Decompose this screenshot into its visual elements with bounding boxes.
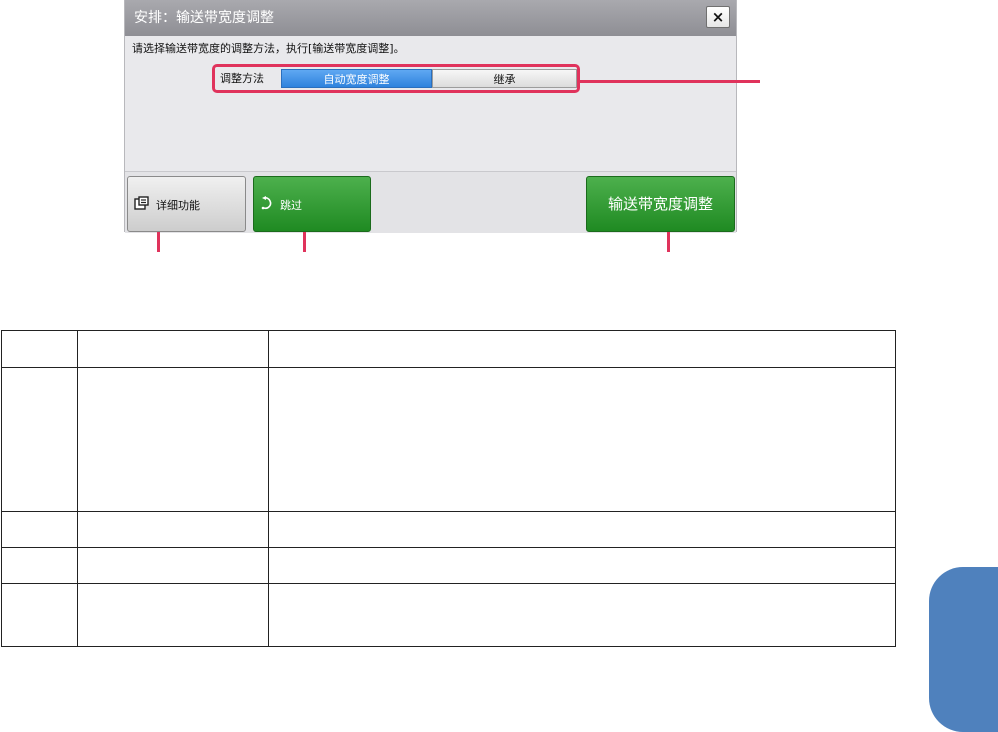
table-row — [1, 547, 896, 584]
adjust-method-label: 调整方法 — [220, 72, 264, 85]
skip-icon — [260, 195, 274, 214]
callout-line-method — [580, 80, 760, 83]
auto-width-option[interactable]: 自动宽度调整 — [281, 69, 432, 88]
conveyor-width-adjust-button[interactable]: 输送带宽度调整 — [586, 176, 735, 232]
detail-settings-icon — [134, 196, 150, 213]
table-cell — [1, 583, 78, 647]
table-cell — [77, 367, 269, 512]
dialog-title: 安排：输送带宽度调整 — [134, 10, 274, 26]
table-cell — [77, 583, 269, 647]
skip-button[interactable]: 跳过 — [253, 176, 371, 232]
dialog-titlebar: 安排：输送带宽度调整 × — [125, 0, 736, 36]
table-cell — [77, 547, 269, 584]
dialog-window: 安排：输送带宽度调整 × 请选择输送带宽度的调整方法，执行[输送带宽度调整]。 … — [124, 0, 737, 233]
table-cell — [77, 511, 269, 548]
table-cell — [1, 511, 78, 548]
table-cell — [1, 330, 78, 368]
table-cell — [1, 367, 78, 512]
table-row — [1, 511, 896, 548]
table-cell — [268, 330, 896, 368]
table-row — [1, 367, 896, 512]
callout-line-skip — [303, 232, 306, 252]
table-row — [1, 583, 896, 647]
table-cell — [268, 583, 896, 647]
detail-function-label: 详细功能 — [156, 199, 200, 212]
instruction-text: 请选择输送带宽度的调整方法，执行[输送带宽度调整]。 — [132, 42, 405, 55]
callout-line-detail — [157, 232, 160, 252]
table-cell — [268, 511, 896, 548]
adjust-method-selector: 调整方法 自动宽度调整 继承 — [212, 64, 580, 93]
inherit-option[interactable]: 继承 — [432, 69, 577, 88]
detail-function-button[interactable]: 详细功能 — [127, 176, 246, 232]
table-cell — [268, 367, 896, 512]
table-cell — [77, 330, 269, 368]
table-cell — [268, 547, 896, 584]
description-table — [1, 330, 896, 647]
table-row — [1, 330, 896, 368]
callout-line-adjust — [667, 232, 670, 252]
close-button[interactable]: × — [706, 6, 730, 28]
table-cell — [1, 547, 78, 584]
dialog-button-bar: 详细功能 跳过 输送带宽度调整 — [125, 171, 736, 233]
chapter-side-tab — [929, 567, 998, 732]
skip-label: 跳过 — [280, 199, 302, 212]
